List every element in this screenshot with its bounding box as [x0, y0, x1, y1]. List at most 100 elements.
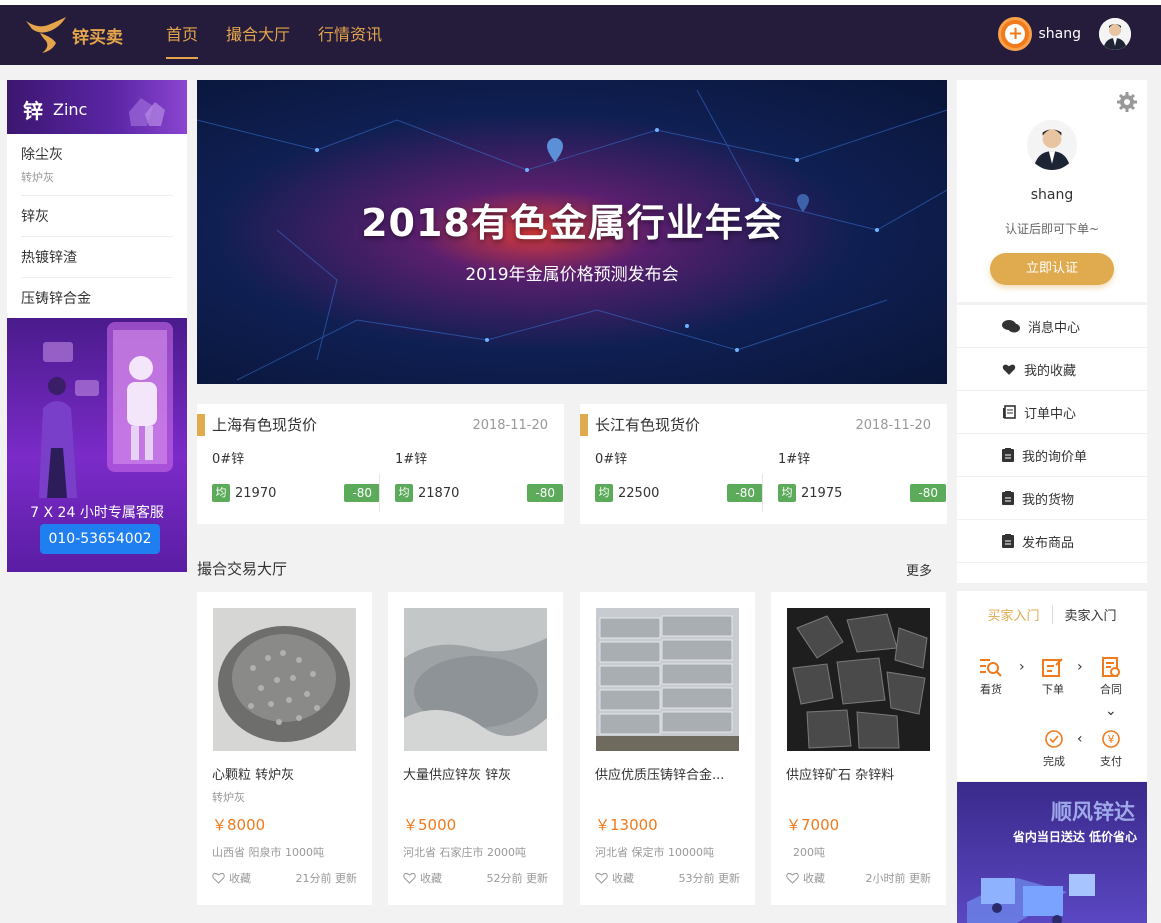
divider [762, 474, 763, 512]
chevron-right-icon: › [1019, 659, 1025, 675]
step-place-order[interactable]: 下单 [1033, 657, 1073, 697]
menu-label: 我的收藏 [1024, 363, 1077, 379]
menu-item-orders[interactable]: 订单中心 [957, 391, 1147, 434]
menu-item-inquiries[interactable]: 我的询价单 [957, 434, 1147, 477]
category-item-dust[interactable]: 除尘灰 转炉灰 [21, 134, 173, 196]
category-sub-label[interactable]: 转炉灰 [21, 169, 173, 185]
price-item-name: 1#锌 [395, 452, 428, 467]
product-image-alloy-ingots[interactable] [596, 608, 739, 751]
product-card[interactable]: 供应锌矿石 杂锌料 ￥7000 200吨 收藏 2小时前 更新 [771, 592, 946, 905]
product-updated: 2小时前 更新 [865, 872, 932, 885]
step-contract[interactable]: 合同 [1091, 657, 1131, 697]
menu-item-favorites[interactable]: 我的收藏 [957, 348, 1147, 391]
category-label: 锌灰 [21, 209, 49, 225]
contract-icon [1102, 657, 1120, 677]
price-card-title[interactable]: 上海有色现货价 [197, 414, 317, 436]
clipboard-icon [1002, 448, 1014, 462]
service-hours: 7 X 24 小时专属客服 [30, 505, 164, 521]
product-location-qty: 200吨 [793, 846, 825, 859]
zinc-category-header: 锌 Zinc [7, 80, 187, 134]
menu-label: 消息中心 [1028, 320, 1081, 336]
favorite-button[interactable]: 收藏 [212, 870, 251, 886]
product-card[interactable]: 大量供应锌灰 锌灰 ￥5000 河北省 石家庄市 2000吨 收藏 52分前 更… [388, 592, 563, 905]
category-label: 压铸锌合金 [21, 291, 91, 307]
nav-matching-hall[interactable]: 撮合大厅 [226, 5, 290, 65]
favorite-button[interactable]: 收藏 [786, 870, 825, 886]
top-header: 锌买卖 首页 撮合大厅 行情资讯 + shang [0, 5, 1161, 65]
order-list-icon [1003, 405, 1016, 419]
logo-text: 锌买卖 [72, 27, 123, 48]
price-change: -80 [527, 484, 563, 502]
price-item-name: 1#锌 [778, 452, 811, 467]
customer-service-ad[interactable]: 7 X 24 小时专属客服 010-53654002 [7, 318, 187, 572]
product-name[interactable]: 供应锌矿石 杂锌料 [786, 764, 934, 783]
menu-label: 发布商品 [1022, 535, 1075, 551]
product-card[interactable]: 供应优质压铸锌合金... ￥13000 河北省 保定市 10000吨 收藏 53… [580, 592, 755, 905]
crystal-icon [129, 98, 165, 126]
price-card-title[interactable]: 长江有色现货价 [580, 414, 700, 436]
product-image-zinc-ore[interactable] [787, 608, 930, 751]
product-name[interactable]: 供应优质压铸锌合金... [595, 764, 743, 783]
header-username[interactable]: shang [1038, 26, 1081, 42]
step-label: 支付 [1100, 755, 1122, 768]
favorite-button[interactable]: 收藏 [403, 870, 442, 886]
product-card[interactable]: 心颗粒 转炉灰 转炉灰 ￥8000 山西省 阳泉市 1000吨 收藏 21分前 … [197, 592, 372, 905]
user-profile-card: shang 认证后即可下单~ 立即认证 [957, 80, 1147, 302]
step-complete[interactable]: 完成 [1034, 729, 1074, 769]
favorite-label: 收藏 [229, 872, 251, 885]
hero-banner[interactable]: 2018有色金属行业年会 2019年金属价格预测发布会 [197, 80, 947, 384]
verify-now-button[interactable]: 立即认证 [990, 253, 1114, 285]
step-view-goods[interactable]: 看货 [971, 657, 1011, 697]
add-button[interactable]: + [998, 17, 1033, 51]
banner-subtitle: 2019年金属价格预测发布会 [465, 265, 679, 285]
tab-buyer-guide[interactable]: 买家入门 [987, 605, 1053, 624]
price-value: 21975 [801, 485, 843, 501]
category-item-die-cast-alloy[interactable]: 压铸锌合金 [21, 278, 173, 318]
favorite-button[interactable]: 收藏 [595, 870, 634, 886]
hall-section-title: 撮合交易大厅 [197, 560, 288, 578]
product-price: ￥7000 [786, 816, 840, 834]
product-image-zinc-ash[interactable] [404, 608, 547, 751]
nav-market-news[interactable]: 行情资讯 [318, 5, 382, 65]
nav-home[interactable]: 首页 [166, 5, 199, 65]
menu-item-my-goods[interactable]: 我的货物 [957, 477, 1147, 520]
product-image-pellets[interactable] [213, 608, 356, 751]
zinc-char: 锌 [23, 99, 43, 123]
edit-form-icon [1042, 658, 1063, 677]
price-item: 1#锌 均 21870 -80 [395, 448, 563, 516]
favorite-label: 收藏 [803, 872, 825, 885]
avg-badge: 均 [395, 484, 413, 502]
robot-illustration [39, 322, 173, 498]
hall-more-link[interactable]: 更多 [906, 560, 932, 579]
main-nav: 首页 撮合大厅 行情资讯 [166, 5, 410, 65]
site-logo[interactable]: 锌买卖 [22, 13, 132, 57]
user-menu: 消息中心 我的收藏 订单中心 我的询价单 我的货物 发布商品 [957, 305, 1147, 583]
category-item-galvanizing-dross[interactable]: 热镀锌渣 [21, 237, 173, 278]
menu-label: 订单中心 [1024, 406, 1077, 422]
product-name[interactable]: 大量供应锌灰 锌灰 [403, 764, 551, 783]
profile-name: shang [1030, 187, 1074, 203]
chevron-down-icon: ⌄ [1105, 703, 1117, 719]
menu-item-publish[interactable]: 发布商品 [957, 520, 1147, 563]
step-pay[interactable]: ¥ 支付 [1091, 729, 1131, 769]
chevron-left-icon: ‹ [1077, 731, 1083, 747]
logistics-ad[interactable]: 顺风锌达 省内当日送达 低价省心 [957, 782, 1147, 923]
gear-icon[interactable] [1117, 92, 1137, 112]
service-phone[interactable]: 010-53654002 [40, 524, 160, 554]
header-avatar[interactable] [1099, 18, 1131, 50]
search-list-icon [980, 659, 1002, 677]
favorite-label: 收藏 [420, 872, 442, 885]
menu-item-messages[interactable]: 消息中心 [957, 305, 1147, 348]
price-item-name: 0#锌 [212, 452, 245, 467]
product-category: 转炉灰 [212, 791, 245, 804]
product-name[interactable]: 心颗粒 转炉灰 [212, 764, 360, 783]
check-circle-icon [1045, 730, 1063, 748]
avatar-icon [1027, 120, 1077, 170]
profile-avatar[interactable] [1027, 120, 1077, 170]
avg-badge: 均 [595, 484, 613, 502]
tab-seller-guide[interactable]: 卖家入门 [1053, 605, 1117, 624]
category-item-zinc-ash[interactable]: 锌灰 [21, 196, 173, 237]
verify-tip: 认证后即可下单~ [1004, 222, 1100, 236]
step-label: 合同 [1100, 683, 1122, 696]
price-card-changjiang: 长江有色现货价 2018-11-20 0#锌 均 22500 -80 1#锌 均… [580, 404, 947, 524]
